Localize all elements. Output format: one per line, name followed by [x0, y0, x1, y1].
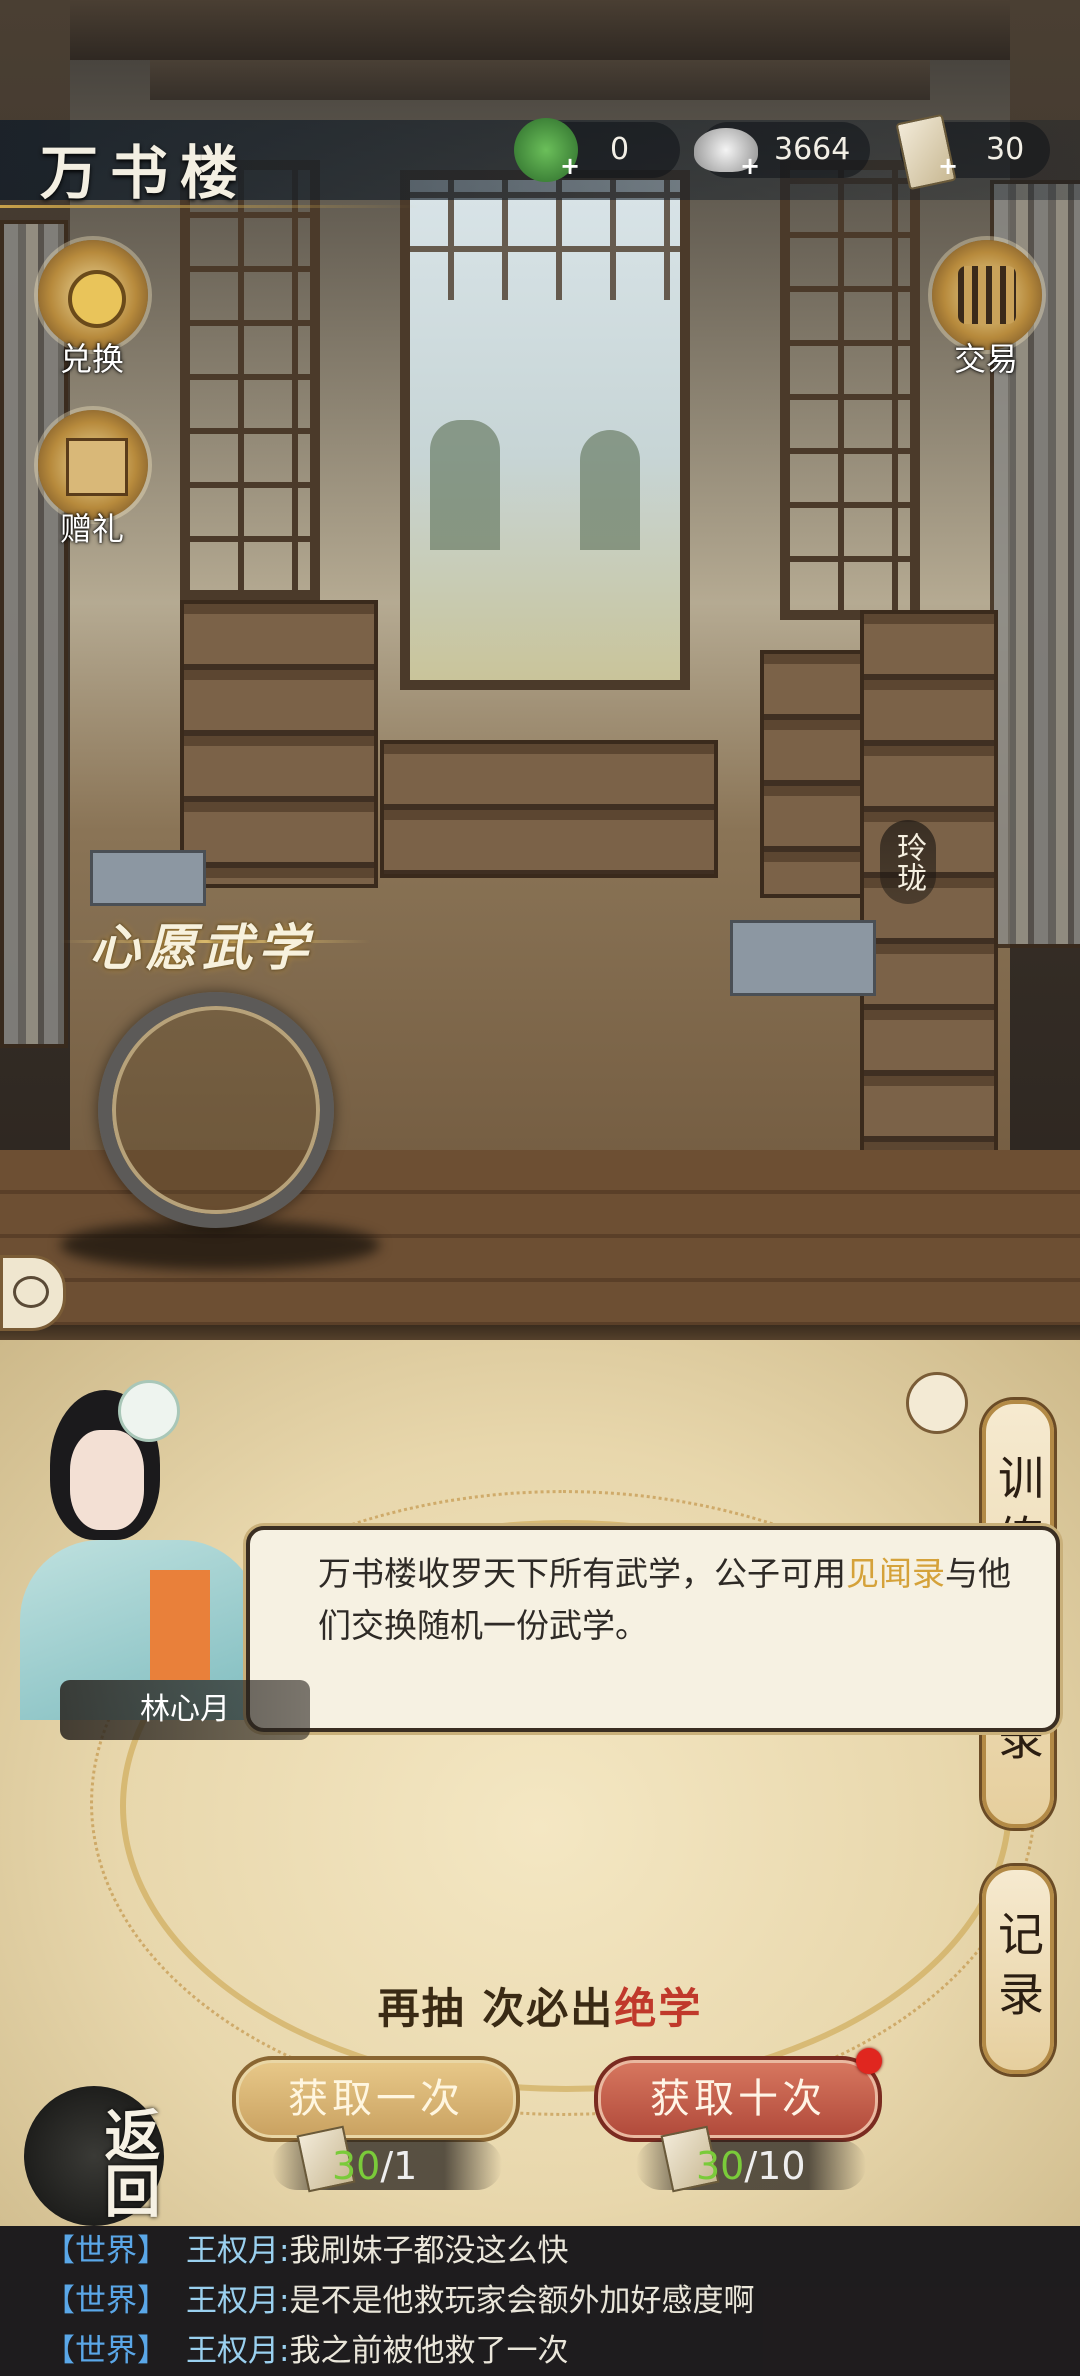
add-icon[interactable]: +	[560, 154, 580, 178]
dialog-highlight: 见闻录	[846, 1554, 945, 1593]
book-badge-icon	[906, 1372, 968, 1434]
bookcase	[760, 650, 868, 898]
pity-mid: 次必出	[482, 1984, 615, 2033]
speech-bubble-icon	[13, 1276, 49, 1308]
add-icon[interactable]: +	[938, 154, 958, 178]
chat-message: 我刷妹子都没这么快	[289, 2233, 569, 2269]
draw-once-cost: 30/1	[272, 2125, 502, 2193]
records-tab[interactable]: 记录	[982, 1866, 1054, 2074]
npc-name-tag[interactable]: 玲珑	[880, 820, 936, 904]
chat-line: 【世界】 王权月:我之前被他救了一次	[44, 2326, 568, 2376]
chat-user[interactable]: 王权月:	[186, 2333, 289, 2369]
notification-dot	[856, 2048, 882, 2074]
window-mountain	[430, 420, 500, 550]
silver-resource[interactable]: + 3664	[694, 122, 870, 178]
chat-line: 【世界】 王权月:是不是他救玩家会额外加好感度啊	[44, 2276, 754, 2326]
pity-prefix: 再抽	[377, 1984, 483, 2033]
book-stack	[730, 920, 876, 996]
scroll-value: 30	[986, 132, 1025, 167]
exchange-label: 兑换	[59, 340, 124, 378]
cost-required: /10	[744, 2144, 806, 2188]
book-stack	[90, 850, 206, 906]
chat-channel: 【世界】	[44, 2333, 168, 2369]
pity-reward: 绝学	[614, 1984, 703, 2033]
chat-message: 我之前被他救了一次	[289, 2333, 569, 2369]
chat-channel: 【世界】	[44, 2233, 168, 2269]
dialog-text: 万书楼收罗天下所有武学，公子可用见闻录与他们交换随机一份武学。	[318, 1548, 1018, 1652]
window-mountain	[580, 430, 640, 550]
robe-inner	[150, 1570, 210, 1680]
ceiling-beam	[0, 0, 1080, 60]
abacus-icon	[958, 266, 1016, 324]
trade-label: 交易	[953, 340, 1018, 378]
ceiling-beam	[150, 60, 930, 100]
chat-user[interactable]: 王权月:	[186, 2283, 289, 2319]
cost-owned: 30	[332, 2144, 381, 2188]
face	[70, 1430, 144, 1530]
gift-box-icon	[66, 438, 128, 496]
dialog-text-start: 万书楼收罗天下所有武学，公子可用	[318, 1554, 846, 1593]
wish-slot-ring[interactable]	[98, 992, 334, 1228]
back-label: 返回	[95, 2106, 161, 2218]
world-chat-panel[interactable]: 【世界】 王权月:我刷妹子都没这么快 【世界】 王权月:是不是他救玩家会额外加好感度…	[0, 2226, 1080, 2376]
scroll-resource[interactable]: + 30	[895, 113, 1050, 191]
speaker-name: 林心月	[60, 1680, 310, 1740]
cost-owned: 30	[696, 2144, 745, 2188]
chat-channel: 【世界】	[44, 2283, 168, 2319]
add-icon[interactable]: +	[740, 154, 760, 178]
gift-label: 赠礼	[59, 510, 124, 548]
right-window	[780, 160, 920, 620]
low-bookcase	[380, 740, 718, 878]
chat-message: 是不是他救玩家会额外加好感度啊	[289, 2283, 755, 2319]
chat-bubble-button[interactable]	[0, 1255, 66, 1331]
cost-required: /1	[380, 2144, 418, 2188]
draw-once-button[interactable]: 获取一次	[232, 2056, 520, 2142]
title-underline	[0, 205, 420, 208]
page-title: 万书楼	[40, 139, 251, 207]
chat-user[interactable]: 王权月:	[186, 2233, 289, 2269]
chat-line: 【世界】 王权月:我刷妹子都没这么快	[44, 2226, 568, 2276]
bookcase	[180, 600, 378, 888]
silver-value: 3664	[774, 132, 851, 167]
draw-ten-button[interactable]: 获取十次	[594, 2056, 882, 2142]
draw-ten-cost: 30/10	[636, 2125, 866, 2193]
jade-value: 0	[610, 132, 630, 167]
coin-icon	[68, 270, 126, 328]
left-window	[180, 160, 320, 600]
jade-resource[interactable]: + 0	[514, 118, 680, 182]
wish-martial-art-label: 心愿武学	[90, 918, 314, 977]
pity-counter-text: 再抽 次必出绝学	[0, 1975, 1080, 2036]
flower-hairpin-icon	[118, 1380, 180, 1442]
